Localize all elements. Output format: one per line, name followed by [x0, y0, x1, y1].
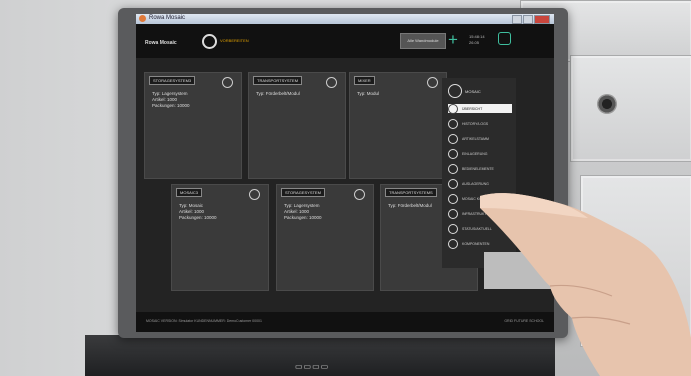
cabinet-panel-lower-right: [580, 175, 691, 347]
clock: 15:48:14 26.05: [469, 34, 485, 46]
brand-subtitle: VORBEREITEN: [220, 38, 249, 43]
cabinet-knob: [597, 94, 617, 114]
footer-right-text: GRID FUTURE SCHOOL: [504, 319, 544, 323]
logo-icon: [202, 34, 217, 49]
side-item-label: BEDIENELEMENTE: [462, 166, 494, 171]
config-icon: [448, 193, 458, 204]
side-item-auslagerung[interactable]: AUSLAGERUNG: [448, 178, 512, 189]
card-body: Typ: Lagersystem Artikel: 1000 Packungen…: [152, 91, 190, 109]
module-card[interactable]: STORAGESYSTEM3 Typ: Lagersystem Artikel:…: [144, 72, 242, 179]
side-menu-title: MOSAIC: [465, 89, 481, 94]
add-icon[interactable]: +: [448, 31, 458, 48]
clock-date: 26.05: [469, 40, 480, 45]
module-card[interactable]: MOSAIC3 Typ: Mosaic Artikel: 1000 Packun…: [171, 184, 269, 291]
card-status-icon: [222, 77, 233, 88]
overview-icon: [448, 103, 458, 114]
side-item-label: MOSAIC KONFIGURATION: [462, 196, 506, 201]
window-titlebar: Rowa Mosaic: [136, 14, 554, 24]
card-body: Typ: Förderbelt/Modul: [388, 203, 432, 209]
card-status-icon: [326, 77, 337, 88]
side-item-history[interactable]: HISTORY/LOGS: [448, 118, 512, 129]
minimize-icon[interactable]: [512, 15, 522, 24]
side-item-label: STATUS/AKTUELL: [462, 226, 492, 231]
controls-icon: [448, 163, 458, 174]
card-tag: MIXER: [354, 76, 375, 85]
side-item-artikelstamm[interactable]: ARTIKELSTAMM: [448, 133, 512, 144]
side-item-label: INFRASTRUKTUR: [462, 211, 492, 216]
card-tag: TRANSPORTSYSTEM: [253, 76, 303, 85]
all-modules-button[interactable]: Alle Wandmodule: [400, 33, 446, 49]
card-line: Packungen: 10000: [152, 103, 190, 108]
history-icon: [448, 118, 458, 129]
side-item-infrastruktur[interactable]: INFRASTRUKTUR: [448, 208, 512, 219]
stand-badge: ▭▭▭▭: [295, 362, 330, 371]
app-header: Rowa Mosaic VORBEREITEN Alle Wandmodule …: [136, 24, 554, 58]
mosaic-icon: [448, 84, 462, 98]
side-item-label: AUSLAGERUNG: [462, 181, 489, 186]
side-item-konfiguration[interactable]: MOSAIC KONFIGURATION: [448, 193, 512, 204]
close-icon[interactable]: [534, 15, 550, 24]
card-line: Typ: Förderbelt/Modul: [388, 203, 432, 208]
cabinet-panel-mid-right: [570, 55, 691, 162]
side-item-bedienelemente[interactable]: BEDIENELEMENTE: [448, 163, 512, 174]
input-icon: [448, 148, 458, 159]
card-line: Typ: Modul: [357, 91, 380, 96]
card-line: Packungen: 10000: [284, 215, 322, 220]
card-tag: MOSAIC3: [176, 188, 203, 197]
side-item-status[interactable]: STATUS/AKTUELL: [448, 223, 512, 234]
side-item-label: HISTORY/LOGS: [462, 121, 489, 126]
infrastructure-icon: [448, 208, 458, 219]
card-status-icon: [427, 77, 438, 88]
side-item-einlagerung[interactable]: EINLAGERUNG: [448, 148, 512, 159]
window-controls: [512, 15, 550, 24]
brand-name: Rowa Mosaic: [145, 40, 177, 46]
touchscreen: Rowa Mosaic Rowa Mosaic VORBEREITEN Alle…: [136, 14, 554, 332]
card-body: Typ: Lagersystem Artikel: 1000 Packungen…: [284, 203, 322, 221]
output-icon: [448, 178, 458, 189]
side-item-label: KOMPONENTEN: [462, 241, 490, 246]
side-item-label: ARTIKELSTAMM: [462, 136, 489, 141]
side-item-komponenten[interactable]: KOMPONENTEN: [448, 238, 512, 249]
side-item-label: EINLAGERUNG: [462, 151, 488, 156]
components-icon: [448, 238, 458, 249]
card-body: Typ: Modul: [357, 91, 379, 97]
side-item-label: ÜBERSICHT: [462, 106, 483, 111]
card-line: Packungen: 10000: [179, 215, 217, 220]
window-title: Rowa Mosaic: [149, 15, 186, 21]
side-item-uebersicht[interactable]: ÜBERSICHT: [448, 103, 512, 114]
card-line: Typ: Förderbelt/Modul: [256, 91, 300, 96]
card-tag: TRANSPORTSYSTEMS: [385, 188, 437, 197]
article-icon: [448, 133, 458, 144]
info-panel: [484, 252, 554, 289]
module-card[interactable]: STORAGESYSTEM Typ: Lagersystem Artikel: …: [276, 184, 374, 291]
footer-version: MOSAIC VERSION: Simulator KUNDENNUMMER: …: [146, 319, 262, 323]
maximize-icon[interactable]: [523, 15, 533, 24]
module-card[interactable]: TRANSPORTSYSTEM Typ: Förderbelt/Modul: [248, 72, 346, 179]
status-icon: [448, 223, 458, 234]
card-tag: STORAGESYSTEM3: [149, 76, 196, 85]
card-status-icon: [354, 189, 365, 200]
app-icon: [139, 15, 146, 22]
card-tag: STORAGESYSTEM: [281, 188, 325, 197]
card-body: Typ: Mosaic Artikel: 1000 Packungen: 100…: [179, 203, 217, 221]
card-status-icon: [249, 189, 260, 200]
home-icon[interactable]: [498, 32, 511, 45]
status-footer: MOSAIC VERSION: Simulator KUNDENNUMMER: …: [136, 312, 554, 332]
card-body: Typ: Förderbelt/Modul: [256, 91, 300, 97]
module-card[interactable]: MIXER Typ: Modul: [349, 72, 447, 179]
